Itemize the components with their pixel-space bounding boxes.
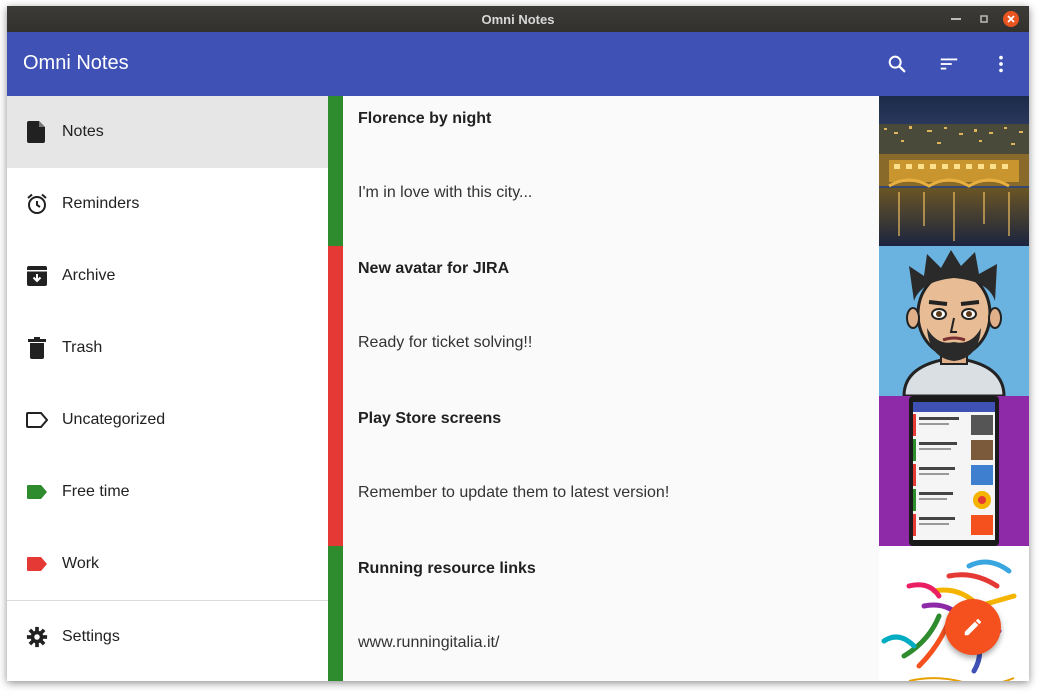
- close-icon: [1007, 15, 1015, 23]
- maximize-icon: [980, 15, 988, 23]
- pencil-icon: [964, 618, 982, 636]
- gear-icon: [25, 625, 49, 649]
- drawer-item-settings[interactable]: Settings: [7, 601, 328, 673]
- app-title: Omni Notes: [23, 52, 129, 74]
- note-content: Ready for ticket solving!!: [358, 334, 533, 351]
- drawer-item-reminders[interactable]: Reminders: [7, 168, 328, 240]
- app-toolbar: Omni Notes: [7, 32, 1029, 96]
- note-card[interactable]: New avatar for JIRA Ready for ticket sol…: [328, 246, 1029, 397]
- note-card[interactable]: Running resource links www.runningitalia…: [328, 546, 1029, 681]
- category-color-strip: [328, 396, 343, 546]
- more-options-button[interactable]: [987, 50, 1015, 78]
- drawer-item-trash[interactable]: Trash: [7, 312, 328, 384]
- note-title: New avatar for JIRA: [358, 260, 510, 277]
- drawer-item-notes[interactable]: Notes: [7, 96, 328, 168]
- search-button[interactable]: [883, 50, 911, 78]
- drawer-item-label: Uncategorized: [62, 411, 166, 428]
- drawer-item-free-time[interactable]: Free time: [7, 456, 328, 528]
- drawer-item-label: Settings: [62, 628, 120, 645]
- drawer-item-label: Trash: [62, 339, 103, 356]
- note-title: Running resource links: [358, 560, 536, 577]
- note-content: Remember to update them to latest versio…: [358, 484, 670, 501]
- city-night-photo: [879, 96, 1029, 246]
- sort-icon: [940, 58, 958, 70]
- drawer-item-label: Work: [62, 555, 100, 572]
- close-button[interactable]: [1003, 11, 1019, 27]
- note-thumbnail: [879, 246, 1029, 396]
- drawer-item-archive[interactable]: Archive: [7, 240, 328, 312]
- alarm-icon: [25, 192, 49, 216]
- drawer-item-label: Free time: [62, 483, 130, 500]
- drawer-item-label: Reminders: [62, 195, 140, 212]
- category-color-strip: [328, 246, 343, 396]
- window-controls: [947, 10, 1019, 28]
- note-card[interactable]: Play Store screens Remember to update th…: [328, 396, 1029, 547]
- navigation-drawer: Notes Reminders Archive Trash Uncategori…: [7, 96, 329, 681]
- maximize-button[interactable]: [975, 10, 993, 28]
- new-note-fab[interactable]: [945, 599, 1001, 655]
- notes-list: Florence by night I'm in love with this …: [328, 96, 1029, 681]
- category-color-strip: [328, 546, 343, 681]
- note-icon: [25, 120, 49, 144]
- label-icon: [25, 552, 49, 576]
- note-content: www.runningitalia.it/: [358, 634, 500, 651]
- label-outline-icon: [25, 408, 49, 432]
- drawer-item-work[interactable]: Work: [7, 528, 328, 600]
- sort-button[interactable]: [935, 50, 963, 78]
- label-icon: [25, 480, 49, 504]
- drawer-item-label: Notes: [62, 123, 104, 140]
- minimize-icon: [951, 18, 961, 20]
- note-thumbnail: [879, 396, 1029, 546]
- drawer-item-label: Archive: [62, 267, 116, 284]
- window-titlebar[interactable]: Omni Notes: [7, 6, 1029, 32]
- note-thumbnail: [879, 96, 1029, 246]
- window-title: Omni Notes: [481, 11, 555, 27]
- drawer-item-uncategorized[interactable]: Uncategorized: [7, 384, 328, 456]
- trash-icon: [25, 336, 49, 360]
- note-card[interactable]: Florence by night I'm in love with this …: [328, 96, 1029, 247]
- category-color-strip: [328, 96, 343, 246]
- phone-screenshot: [879, 396, 1029, 546]
- search-icon: [888, 55, 906, 73]
- note-content: I'm in love with this city...: [358, 184, 533, 201]
- more-vert-icon: [999, 55, 1003, 73]
- note-title: Play Store screens: [358, 410, 502, 427]
- note-title: Florence by night: [358, 110, 492, 127]
- archive-icon: [25, 264, 49, 288]
- avatar-illustration: [879, 246, 1029, 396]
- app-window: Omni Notes Omni Notes Notes Reminders Ar…: [7, 6, 1029, 681]
- minimize-button[interactable]: [947, 10, 965, 28]
